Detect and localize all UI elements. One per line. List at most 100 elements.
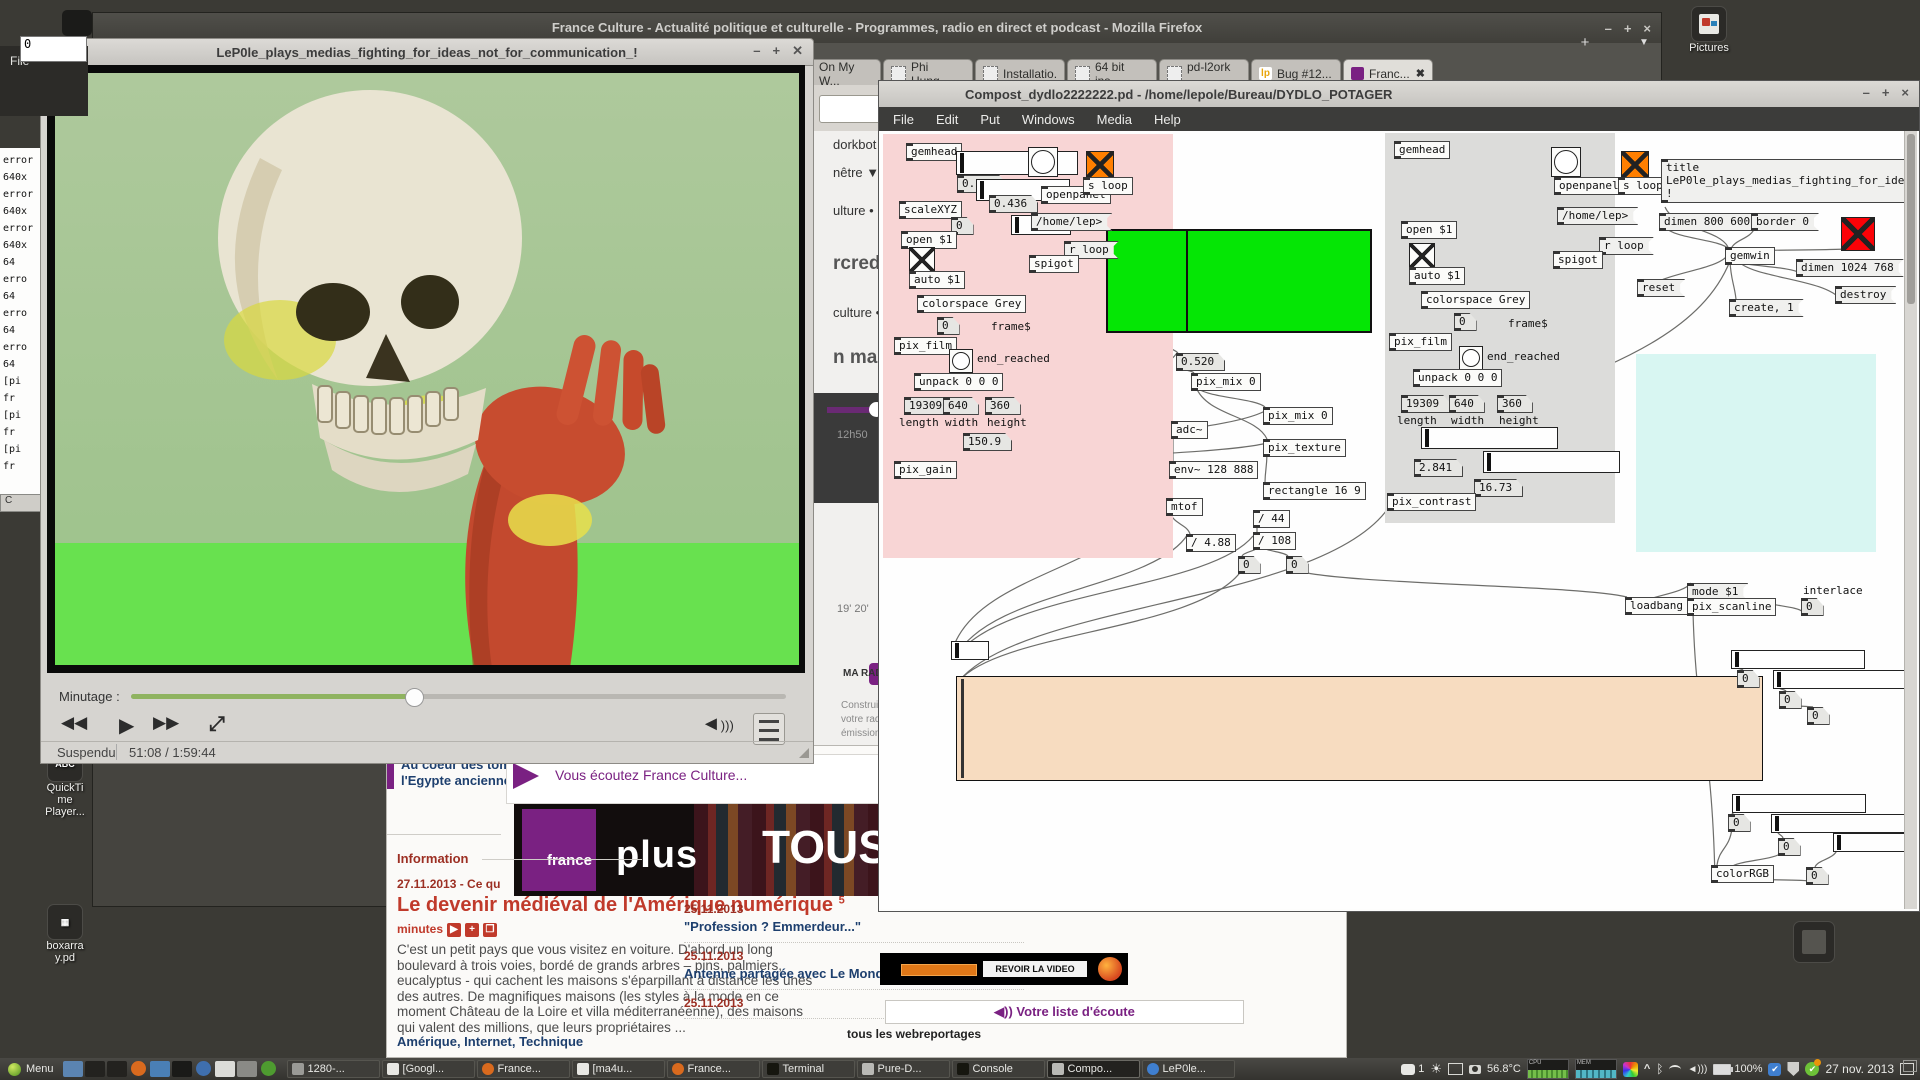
toggle[interactable] <box>1086 151 1114 179</box>
pd-obj-gemhead[interactable]: gemhead <box>1394 141 1450 159</box>
volume-icon[interactable]: ◄))) <box>701 713 734 736</box>
article-tags[interactable]: Amérique, Internet, Technique <box>397 1034 583 1049</box>
pd-obj-loadbang[interactable]: loadbang <box>1625 597 1688 615</box>
taskbar-window-lep0le-[interactable]: LeP0le... <box>1142 1060 1235 1078</box>
pd-num-360[interactable]: 360 <box>1497 395 1533 413</box>
chevron-up-icon[interactable]: ^ <box>1644 1063 1650 1075</box>
bang[interactable] <box>949 349 973 373</box>
bluetooth-icon[interactable]: ᛒ <box>1656 1062 1663 1076</box>
launcher-terminal-icon[interactable] <box>172 1061 192 1077</box>
pd-msg-create-1[interactable]: create, 1 <box>1729 299 1804 317</box>
console-input[interactable]: 0 <box>20 36 87 62</box>
pd-obj-pix-contrast[interactable]: pix_contrast <box>1387 493 1476 511</box>
pd-num-150-9[interactable]: 150.9 <box>963 433 1012 451</box>
video-titlebar[interactable]: LeP0le_plays_medias_fighting_for_ideas_n… <box>41 39 813 66</box>
workspace-icon[interactable] <box>1900 1063 1914 1075</box>
play-button[interactable]: ▶ <box>119 713 134 738</box>
article-action-icon[interactable]: + <box>465 923 479 937</box>
pd-obj-pix-mix-0[interactable]: pix_mix 0 <box>1263 407 1333 425</box>
pd-menu-edit[interactable]: Edit <box>936 112 958 127</box>
pd-msg-/home/lep-[interactable]: /home/lep> <box>1557 207 1638 225</box>
clock-label[interactable]: 27 nov. 2013 <box>1825 1062 1894 1076</box>
pd-obj-mtof[interactable]: mtof <box>1166 498 1203 516</box>
pd-num-0-520[interactable]: 0.520 <box>1176 353 1225 371</box>
revoir-video-button[interactable]: REVOIR LA VIDEO <box>983 961 1087 977</box>
article-action-icon[interactable]: ▶ <box>447 923 461 937</box>
pd-msg-/home/lep-[interactable]: /home/lep> <box>1031 213 1112 231</box>
close-button[interactable]: × <box>1901 85 1909 100</box>
desktop-icon-pictures[interactable]: Pictures <box>1678 6 1740 54</box>
pd-obj-s-loop[interactable]: s loop <box>1618 177 1668 195</box>
menu-button[interactable]: Menu <box>0 1058 62 1080</box>
app-icon[interactable] <box>62 10 92 36</box>
pd-obj-open-$1[interactable]: open $1 <box>1401 221 1457 239</box>
previous-button[interactable]: ◀◀ <box>61 713 87 733</box>
taskbar-window-1280-[interactable]: 1280-... <box>287 1060 380 1078</box>
desktop-icon-boxarray[interactable]: ▦ boxarray.pd <box>34 904 96 964</box>
hslider[interactable] <box>1421 427 1558 449</box>
mem-graph[interactable]: MEM <box>1575 1059 1617 1079</box>
pd-obj-env~-128-888[interactable]: env~ 128 888 <box>1169 461 1258 479</box>
resize-grip[interactable] <box>799 748 809 758</box>
taskbar-window--googl-[interactable]: [Googl... <box>382 1060 475 1078</box>
launcher-gear-icon[interactable] <box>237 1061 257 1077</box>
launcher-grid-icon[interactable] <box>63 1061 83 1077</box>
pd-obj-pix-scanline[interactable]: pix_scanline <box>1687 598 1776 616</box>
maximize-button[interactable]: + <box>1882 85 1890 100</box>
cpu-graph[interactable]: CPU <box>1527 1059 1569 1079</box>
pd-msg-dimen-1024-768[interactable]: dimen 1024 768 <box>1796 259 1904 277</box>
next-button[interactable]: ▶▶ <box>153 713 179 733</box>
pd-obj-colorspace-grey[interactable]: colorspace Grey <box>917 295 1026 313</box>
toggle[interactable] <box>1621 151 1649 179</box>
chat-icon[interactable]: 1 <box>1401 1063 1424 1075</box>
bang[interactable] <box>1551 147 1581 177</box>
pd-obj-gemwin[interactable]: gemwin <box>1725 247 1775 265</box>
pd-num-0-436[interactable]: 0.436 <box>989 195 1038 213</box>
new-tab-button[interactable]: + <box>1573 31 1597 55</box>
pd-obj-spigot[interactable]: spigot <box>1553 251 1603 269</box>
pd-menu-put[interactable]: Put <box>980 112 1000 127</box>
wifi-icon[interactable] <box>1669 1065 1681 1074</box>
launcher-monitor-icon[interactable] <box>85 1061 105 1077</box>
launcher-dot-icon[interactable] <box>196 1061 211 1076</box>
pd-obj-pix-texture[interactable]: pix_texture <box>1263 439 1346 457</box>
pd-obj-openpanel[interactable]: openpanel <box>1554 177 1624 195</box>
item-title[interactable]: "Profession ? Emmerdeur..." <box>684 919 1024 934</box>
pd-obj-colorspace-grey[interactable]: colorspace Grey <box>1421 291 1530 309</box>
fullscreen-button[interactable]: ⤢ <box>209 713 225 736</box>
pd-obj-spigot[interactable]: spigot <box>1029 255 1079 273</box>
display-icon[interactable] <box>1448 1063 1463 1075</box>
close-button[interactable]: ✕ <box>792 43 803 59</box>
launcher-firefox-icon[interactable] <box>131 1061 146 1076</box>
pd-num-19309[interactable]: 19309 <box>1401 395 1450 413</box>
messenger-icon[interactable]: ✔ <box>1805 1062 1819 1076</box>
maximize-button[interactable]: + <box>1624 21 1632 36</box>
battery-icon[interactable]: 100% <box>1713 1063 1762 1075</box>
launcher-doc-icon[interactable] <box>215 1061 235 1077</box>
pd-obj-pix-mix-0[interactable]: pix_mix 0 <box>1191 373 1261 391</box>
brightness-icon[interactable]: ☀ <box>1430 1061 1442 1077</box>
pd-obj-adc~[interactable]: adc~ <box>1171 421 1208 439</box>
pd-obj-gemhead[interactable]: gemhead <box>906 143 962 161</box>
webreportages-link[interactable]: tous les webreportages <box>847 1027 981 1041</box>
pd-msg-destroy[interactable]: destroy <box>1835 286 1896 304</box>
pd-menu-media[interactable]: Media <box>1097 112 1132 127</box>
toggle[interactable] <box>909 247 935 273</box>
pd-obj-unpack-0-0-0[interactable]: unpack 0 0 0 <box>914 373 1003 391</box>
hslider[interactable] <box>1771 814 1908 833</box>
pd-obj-unpack-0-0-0[interactable]: unpack 0 0 0 <box>1413 369 1502 387</box>
pd-obj-rectangle-16-9[interactable]: rectangle 16 9 <box>1263 482 1366 500</box>
toggle[interactable] <box>1841 217 1875 251</box>
pd-titlebar[interactable]: Compost_dydlo2222222.pd - /home/lepole/B… <box>879 81 1919 108</box>
minimize-button[interactable]: – <box>1863 85 1870 100</box>
volume-icon[interactable]: ◄))) <box>1687 1064 1707 1075</box>
toggle[interactable] <box>1409 243 1435 269</box>
taskbar-window-console[interactable]: Console <box>952 1060 1045 1078</box>
pd-num-360[interactable]: 360 <box>985 397 1021 415</box>
bang[interactable] <box>1459 346 1483 370</box>
hslider[interactable] <box>956 151 1078 175</box>
color-wheel-icon[interactable] <box>1623 1062 1638 1077</box>
pd-num-16-73[interactable]: 16.73 <box>1474 479 1523 497</box>
pd-num-2-841[interactable]: 2.841 <box>1414 459 1463 477</box>
pd-msg-border-0[interactable]: border 0 <box>1751 213 1819 231</box>
